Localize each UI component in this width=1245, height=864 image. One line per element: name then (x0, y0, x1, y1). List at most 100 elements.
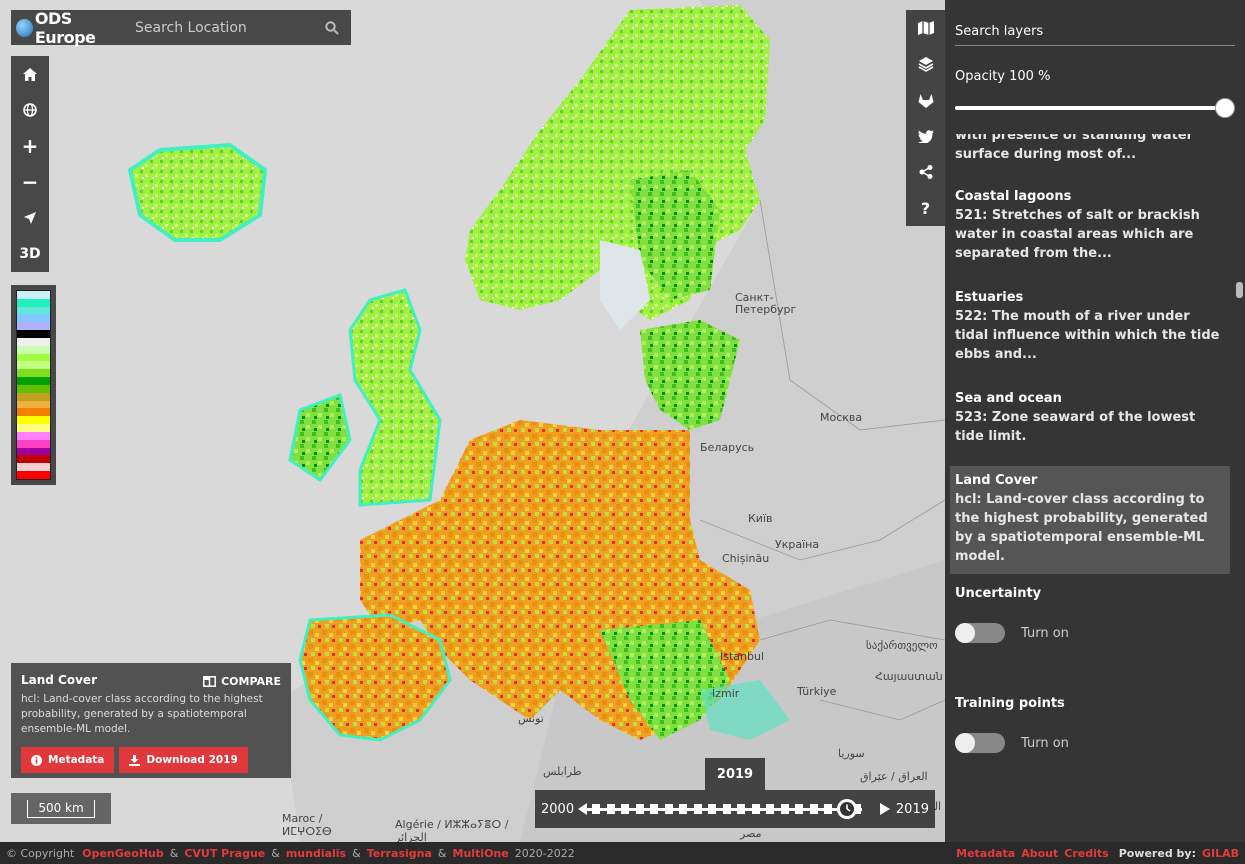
timeline-tick[interactable] (795, 804, 804, 814)
map-label-tunis: تونس (518, 712, 544, 725)
download-button[interactable]: Download 2019 (119, 747, 248, 773)
layer-list: Coastal lagoons 521: Stretches of salt or… (945, 182, 1235, 612)
legend-swatch (17, 408, 50, 417)
layer-item[interactable]: Sea and ocean 523: Zone seaward of the lo… (945, 384, 1235, 454)
info-icon (31, 754, 42, 766)
home-icon (23, 67, 37, 81)
timeline-tick[interactable] (650, 804, 659, 814)
timeline-tick[interactable] (679, 804, 688, 814)
layers-panel: Opacity 100 % with presence of standing … (945, 0, 1245, 842)
map-label-kyiv: Київ (748, 512, 773, 525)
opacity-slider-knob[interactable] (1215, 98, 1235, 118)
scale-label: 500 km (27, 799, 95, 818)
locate-button[interactable] (11, 200, 49, 236)
gitlab-button[interactable] (906, 82, 945, 118)
timeline-tick[interactable] (737, 804, 746, 814)
home-button[interactable] (11, 56, 49, 92)
map-label-moscow: Москва (820, 411, 863, 424)
app-logo[interactable]: ODS Europe (11, 9, 131, 47)
footer-gilab-link[interactable]: GILAB (1202, 847, 1239, 860)
map-label-belarus: Беларусь (700, 441, 755, 454)
legend-swatch (17, 377, 50, 385)
footer-link-multione[interactable]: MultiOne (453, 847, 509, 860)
location-search-bar: ODS Europe (11, 9, 351, 47)
layer-item-description: 523: Zone seaward of the lowest tide lim… (955, 410, 1196, 444)
timeline-tick[interactable] (751, 804, 760, 814)
3d-button[interactable]: 3D (11, 236, 49, 272)
uncertainty-toggle-knob (955, 623, 975, 643)
footer-link-opengeohub[interactable]: OpenGeoHub (82, 847, 163, 860)
compare-button[interactable]: COMPARE (203, 675, 281, 688)
search-button[interactable] (313, 10, 351, 45)
timeline-tick[interactable] (766, 804, 775, 814)
footer-credits-link[interactable]: Credits (1064, 847, 1108, 860)
timeline-tick[interactable] (635, 804, 644, 814)
timeline-clock-handle[interactable] (837, 799, 858, 819)
active-layer-info: Land Cover COMPARE hcl: Land-cover class… (11, 663, 291, 778)
right-icon-bar: ? (906, 10, 945, 226)
layer-item-name: Estuaries (955, 290, 1024, 305)
layer-item-partial-description[interactable]: with presence of standing water surface … (955, 134, 1195, 164)
map-label-istanbul: İstanbul (720, 650, 765, 663)
training-points-title: Training points (955, 696, 1065, 711)
legend-swatch (17, 439, 50, 448)
location-search-input[interactable] (131, 10, 313, 45)
legend-swatch (17, 424, 50, 432)
zoom-out-button[interactable]: − (11, 164, 49, 200)
legend-swatch (17, 330, 50, 338)
download-icon (129, 754, 141, 766)
legend-swatch (17, 291, 50, 299)
layer-item[interactable]: Land Cover hcl: Land-cover class accordin… (950, 466, 1230, 574)
training-toggle-label: Turn on (1021, 735, 1069, 751)
timeline-end-year: 2019 (895, 801, 929, 817)
layers-icon (918, 57, 933, 72)
map-tools: + − 3D (11, 56, 49, 272)
legend-swatch (17, 400, 50, 409)
legend-swatch (17, 392, 50, 401)
layer-item[interactable]: Estuaries 522: The mouth of a river under… (945, 283, 1235, 372)
footer-about-link[interactable]: About (1021, 847, 1058, 860)
legend-swatch (17, 369, 50, 378)
footer-link-mundialis[interactable]: mundialis (286, 847, 346, 860)
timeline-tick[interactable] (621, 804, 630, 814)
timeline-tick[interactable] (592, 804, 601, 814)
timeline-tick[interactable] (809, 804, 818, 814)
timeline-play-icon[interactable] (879, 803, 890, 815)
timeline-tick[interactable] (606, 804, 615, 814)
timeline-track[interactable] (578, 799, 892, 819)
opacity-slider[interactable] (955, 98, 1235, 118)
globe-icon (23, 103, 37, 117)
share-button[interactable] (906, 154, 945, 190)
legend-swatch (17, 463, 50, 472)
footer-metadata-link[interactable]: Metadata (956, 847, 1015, 860)
metadata-button[interactable]: Metadata (21, 747, 115, 773)
legend-swatch (17, 416, 50, 425)
footer-link-terrasigna[interactable]: Terrasigna (367, 847, 432, 860)
timeline-start-year: 2000 (541, 801, 575, 817)
layers-button[interactable] (906, 46, 945, 82)
footer-separator: & (169, 846, 179, 860)
layer-list-scrollbar[interactable] (1236, 282, 1243, 298)
uncertainty-toggle[interactable] (955, 623, 1005, 643)
footer-right: Metadata About Credits Powered by: GILAB (956, 847, 1239, 860)
logo-text: ODS Europe (34, 8, 96, 47)
timeline-tick[interactable] (693, 804, 702, 814)
globe-button[interactable] (11, 92, 49, 128)
basemap-button[interactable] (906, 10, 945, 46)
timeline-tick[interactable] (824, 804, 833, 814)
layer-search-input[interactable] (955, 18, 1235, 46)
help-button[interactable]: ? (906, 190, 945, 226)
timeline-tick[interactable] (780, 804, 789, 814)
layer-item[interactable]: Coastal lagoons 521: Stretches of salt or… (945, 182, 1235, 271)
footer-years: 2020-2022 (514, 846, 575, 860)
footer-link-cvut[interactable]: CVUT Prague (184, 847, 265, 860)
timeline-tick[interactable] (664, 804, 673, 814)
3d-label: 3D (19, 246, 41, 262)
uncertainty-toggle-label: Turn on (1021, 625, 1069, 641)
training-points-toggle[interactable] (955, 733, 1005, 753)
timeline-tick[interactable] (708, 804, 717, 814)
timeline-tick[interactable] (722, 804, 731, 814)
twitter-button[interactable] (906, 118, 945, 154)
zoom-in-button[interactable]: + (11, 128, 49, 164)
map-label-tripoli: طرابلس (543, 765, 582, 778)
